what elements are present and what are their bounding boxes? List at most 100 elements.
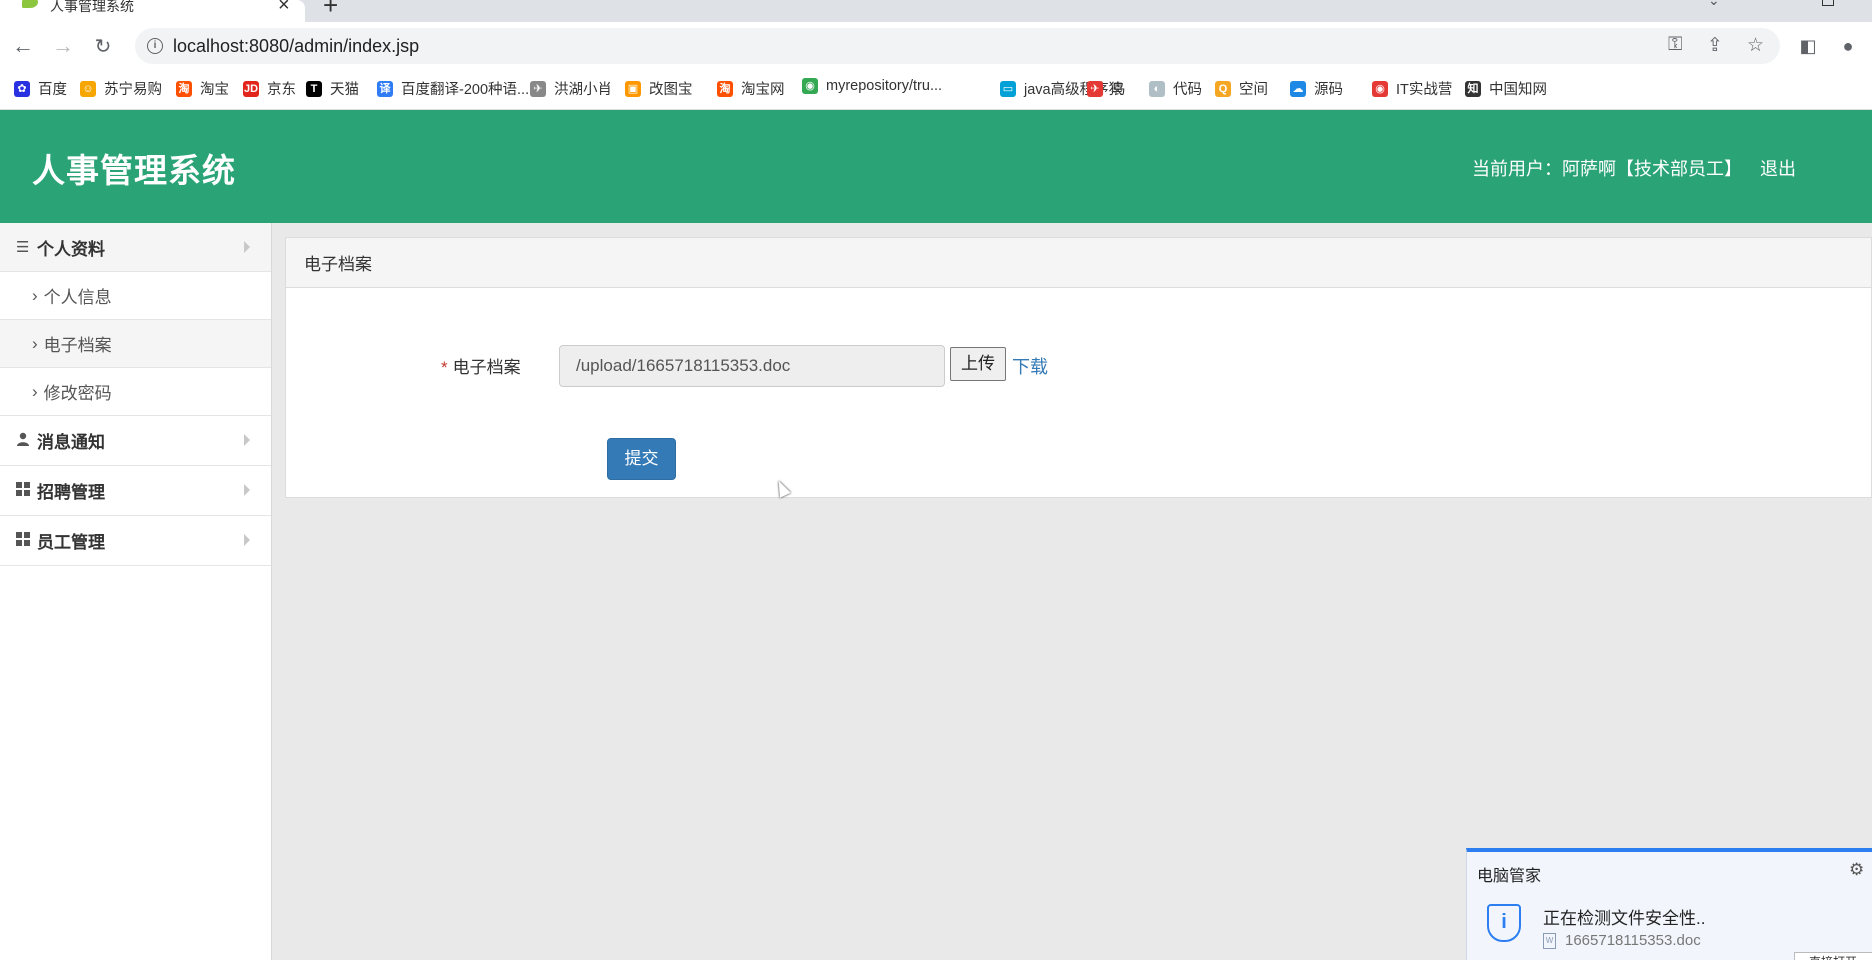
share-icon[interactable]: ⇪ <box>1707 34 1723 57</box>
bookmark-label: 中国知网 <box>1489 82 1547 98</box>
bookmark-item[interactable]: ✈ 鸟 <box>1087 78 1126 99</box>
sidebar: ☰ 个人资料 › 个人信息 › 电子档案 › 修改密码 消息通知 招聘管理 员工… <box>0 223 272 960</box>
browser-tabstrip: 人事管理系统 × + ⌄ <box>0 0 1872 22</box>
submit-button[interactable]: 提交 <box>607 438 676 480</box>
side-panel-icon[interactable]: ◧ <box>1796 34 1820 58</box>
bookmark-item[interactable]: 译百度翻译-200种语... <box>377 78 529 99</box>
sidebar-group-recruitment[interactable]: 招聘管理 <box>0 466 271 516</box>
popup-file-name: 1665718115353.doc <box>1565 932 1701 949</box>
taobao-icon: 淘 <box>176 80 192 97</box>
download-link[interactable]: 下载 <box>1012 353 1048 379</box>
bookmark-label: 百度翻译-200种语... <box>401 82 530 98</box>
app-title: 人事管理系统 <box>32 152 236 189</box>
bookmark-label: 空间 <box>1239 82 1268 98</box>
user-icon <box>16 432 33 450</box>
back-icon[interactable]: ← <box>11 33 35 58</box>
sidebar-group-employees[interactable]: 员工管理 <box>0 516 271 566</box>
sidebar-item-label: 个人信息 <box>43 288 112 307</box>
bird-red-icon: ✈ <box>1087 80 1103 97</box>
forward-icon[interactable]: → <box>51 33 75 58</box>
e-archive-panel: 电子档案 *电子档案 上传 下载 提交 <box>285 237 1872 498</box>
bookmark-star-icon[interactable]: ☆ <box>1747 34 1764 57</box>
bookmark-label: 淘宝网 <box>741 82 785 98</box>
caret-right-icon <box>244 484 250 496</box>
sidebar-item-personal-info[interactable]: › 个人信息 <box>0 272 271 320</box>
chrome-red-icon: ◉ <box>1372 80 1388 97</box>
grid-icon <box>16 481 33 500</box>
sidebar-item-label: 修改密码 <box>43 384 112 403</box>
bookmark-item[interactable]: ◉ IT实战营 <box>1372 78 1452 99</box>
bookmark-label: 源码 <box>1314 82 1343 98</box>
address-bar[interactable]: i localhost:8080/admin/index.jsp ⚿ ⇪ ☆ <box>135 28 1780 64</box>
url-text[interactable]: localhost:8080/admin/index.jsp <box>173 36 419 57</box>
bookmark-label: IT实战营 <box>1396 82 1453 98</box>
browser-toolbar: ← → ↻ i localhost:8080/admin/index.jsp ⚿… <box>0 22 1872 70</box>
translate-icon: 译 <box>377 80 393 97</box>
bookmarks-bar: ✿ 百度 ☺ 苏宁易购淘淘宝 JD 京东 T 天猫译百度翻译-200种语... ✈ 洪湖小肖 ▣ 改图… <box>0 70 1872 110</box>
bookmark-label: 淘宝 <box>200 82 229 98</box>
caret-right-icon <box>244 434 250 446</box>
chevron-right-icon: › <box>32 333 38 353</box>
bookmark-label: 改图宝 <box>649 82 693 98</box>
upload-button[interactable]: 上传 <box>950 347 1006 381</box>
bookmark-label: 百度 <box>38 82 67 98</box>
key-icon[interactable]: ⚿ <box>1668 34 1682 56</box>
restore-window-icon[interactable] <box>1822 0 1834 6</box>
site-info-icon[interactable]: i <box>147 38 163 54</box>
tab-favicon-icon <box>22 0 38 8</box>
tab-search-icon[interactable]: ⌄ <box>1708 0 1720 9</box>
sidebar-item-change-password[interactable]: › 修改密码 <box>0 368 271 416</box>
security-popup: 电脑管家 ⚙ i 正在检测文件安全性.. W 1665718115353.doc… <box>1466 848 1872 960</box>
bookmark-item[interactable]: JD 京东 <box>243 78 296 99</box>
bird-icon: ✈ <box>530 80 546 97</box>
reload-icon[interactable]: ↻ <box>91 34 115 58</box>
bookmark-label: myrepository/tru... <box>826 78 943 94</box>
current-user: 当前用户：阿萨啊【技术部员工】 <box>1472 159 1742 179</box>
open-file-button[interactable]: 直接打开 <box>1794 952 1872 960</box>
tab-title: 人事管理系统 <box>50 0 134 14</box>
bookmark-label: 代码 <box>1173 82 1202 98</box>
bilibili-icon: ▭ <box>1000 80 1016 97</box>
sidebar-group-profile[interactable]: ☰ 个人资料 <box>0 223 271 272</box>
bookmark-item[interactable]: Q 空间 <box>1215 78 1268 99</box>
gear-icon[interactable]: ⚙ <box>1849 860 1864 880</box>
bookmark-item[interactable]: 知中国知网 <box>1465 78 1547 99</box>
required-mark: * <box>441 358 448 377</box>
list-icon: ☰ <box>16 239 30 256</box>
e-archive-path-input[interactable] <box>559 345 945 387</box>
taobao-net-icon: 淘 <box>717 80 733 97</box>
bookmark-item[interactable]: ◐ 代码 <box>1149 78 1202 99</box>
bookmark-item[interactable]: ☁ 源码 <box>1290 78 1343 99</box>
sidebar-item-e-archive[interactable]: › 电子档案 <box>0 320 271 368</box>
sidebar-group-notifications[interactable]: 消息通知 <box>0 416 271 466</box>
sidebar-group-label: 个人资料 <box>37 239 105 259</box>
grid-icon <box>16 531 33 550</box>
bookmark-item[interactable]: ☺ 苏宁易购 <box>80 78 162 99</box>
field-label-text: 电子档案 <box>452 358 521 377</box>
bookmark-item[interactable]: ▣ 改图宝 <box>625 78 693 99</box>
logout-link[interactable]: 退出 <box>1760 155 1796 181</box>
caret-right-icon <box>244 241 250 253</box>
bookmark-label: 京东 <box>267 82 296 98</box>
close-tab-icon[interactable]: × <box>278 0 290 17</box>
bookmark-item[interactable]: 淘淘宝 <box>176 78 229 99</box>
popup-message: 正在检测文件安全性.. <box>1543 909 1706 928</box>
browser-tab[interactable]: 人事管理系统 × <box>0 0 305 22</box>
sidebar-group-label: 员工管理 <box>37 533 105 552</box>
sidebar-item-label: 电子档案 <box>43 336 112 355</box>
bookmark-item[interactable]: ✈ 洪湖小肖 <box>530 78 612 99</box>
chevron-right-icon: › <box>32 381 38 401</box>
bookmark-item[interactable]: ◉ myrepository/tru... <box>802 78 942 94</box>
caret-right-icon <box>244 534 250 546</box>
bookmark-item[interactable]: 淘淘宝网 <box>717 78 785 99</box>
bookmark-item[interactable]: T 天猫 <box>306 78 359 99</box>
popup-title: 电脑管家 <box>1477 868 1542 885</box>
bookmark-label: 苏宁易购 <box>104 82 162 98</box>
baidu-icon: ✿ <box>14 80 30 97</box>
profile-avatar-icon[interactable]: ● <box>1836 34 1860 58</box>
bookmark-item[interactable]: ✿ 百度 <box>14 78 67 99</box>
chevron-right-icon: › <box>32 285 38 305</box>
new-tab-icon[interactable]: + <box>323 0 338 21</box>
chrome-icon: ◉ <box>802 78 818 94</box>
sidebar-group-label: 消息通知 <box>37 433 105 452</box>
